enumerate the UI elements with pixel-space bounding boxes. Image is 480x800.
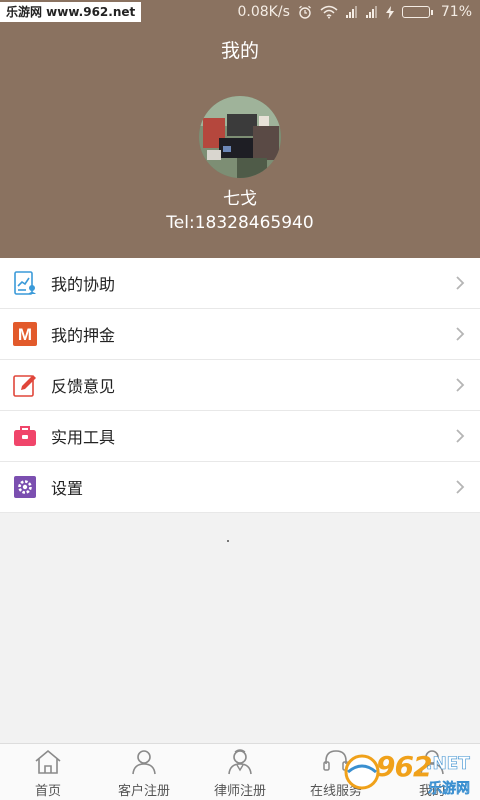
lawyer-icon	[228, 749, 252, 775]
watermark-cn: 乐游网	[428, 781, 470, 797]
status-bar: 0.08K/s 71%	[230, 2, 473, 22]
tab-label: 律师注册	[213, 784, 266, 799]
chevron-right-icon	[456, 480, 465, 494]
tab-label: 首页	[34, 784, 61, 799]
profile-header: 乐游网 www.962.net 0.08K/s 71% 我的 七戈 Tel:18…	[0, 0, 480, 258]
menu-item-label: 我的协助	[51, 275, 116, 294]
tab-label: 客户注册	[117, 784, 170, 799]
site-logo-watermark: 962 .NET 乐游网	[342, 748, 474, 798]
battery-icon	[401, 6, 433, 18]
home-icon	[35, 749, 61, 774]
network-speed: 0.08K/s	[237, 4, 290, 20]
charging-icon	[385, 5, 394, 19]
page-title: 我的	[220, 40, 259, 62]
alarm-icon	[298, 5, 311, 19]
chevron-right-icon	[456, 327, 465, 341]
watermark-net: .NET	[426, 754, 471, 775]
customer-icon	[132, 750, 156, 775]
wifi-icon	[320, 5, 338, 19]
battery-percent: 71%	[440, 4, 472, 20]
settings-gear-icon	[13, 475, 37, 499]
menu-item-my-assist[interactable]: 我的协助	[0, 258, 480, 309]
menu-item-feedback[interactable]: 反馈意见	[0, 360, 480, 411]
chevron-right-icon	[456, 429, 465, 443]
chevron-right-icon	[456, 378, 465, 392]
menu-item-label: 设置	[51, 479, 84, 498]
deposit-m-glyph: M	[18, 325, 32, 344]
feedback-pencil-icon	[13, 373, 37, 397]
menu-item-settings[interactable]: 设置	[0, 462, 480, 513]
profile-menu: 我的协助 M 我的押金 反馈意见 实用工具 设置	[0, 258, 480, 513]
menu-item-my-deposit[interactable]: M 我的押金	[0, 309, 480, 360]
menu-item-tools[interactable]: 实用工具	[0, 411, 480, 462]
avatar[interactable]	[199, 96, 281, 178]
signal-2-icon	[365, 6, 378, 18]
assist-chart-icon	[13, 271, 37, 295]
username: 七戈	[223, 189, 257, 209]
watermark-number: 962	[376, 750, 432, 783]
deposit-m-icon: M	[13, 322, 37, 346]
signal-1-icon	[345, 6, 358, 18]
toolbox-icon	[13, 424, 37, 448]
stray-dot	[227, 540, 229, 542]
menu-item-label: 我的押金	[51, 326, 116, 345]
tab-lawyer-register[interactable]: 律师注册	[192, 744, 288, 800]
tab-home[interactable]: 首页	[0, 744, 96, 800]
site-watermark: 乐游网 www.962.net	[0, 2, 142, 22]
menu-item-label: 反馈意见	[51, 377, 116, 396]
chevron-right-icon	[456, 276, 465, 290]
menu-item-label: 实用工具	[51, 428, 116, 447]
tab-customer-register[interactable]: 客户注册	[96, 744, 192, 800]
phone-number: Tel:18328465940	[166, 213, 314, 233]
